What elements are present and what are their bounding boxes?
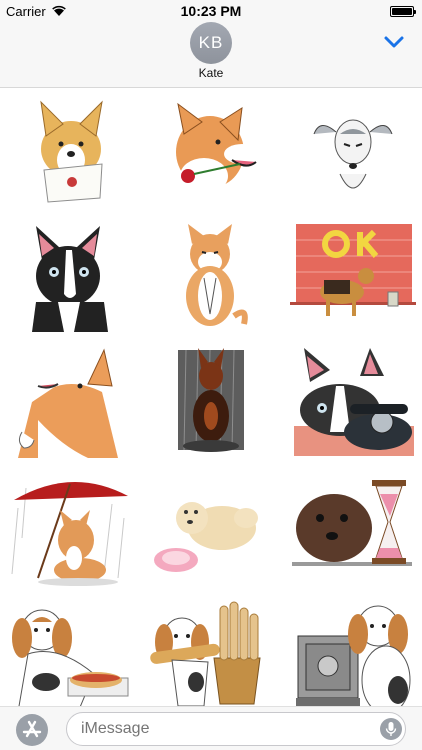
sticker-image <box>176 102 260 194</box>
sticker-beagle-with-baguettes[interactable] <box>148 600 274 710</box>
sticker-image <box>296 605 411 710</box>
sticker-shiba-with-rose[interactable] <box>148 94 274 206</box>
mic-icon[interactable] <box>380 718 402 740</box>
compose-bar <box>0 706 422 750</box>
battery-level <box>392 8 412 15</box>
sticker-boston-terrier-with-phone[interactable] <box>290 346 416 458</box>
conversation-header: KB Kate <box>0 22 422 88</box>
sticker-boston-terrier[interactable] <box>8 220 134 332</box>
sticker-image <box>292 480 412 566</box>
sticker-shiba-praying[interactable] <box>148 220 274 332</box>
status-time: 10:23 PM <box>180 3 242 19</box>
message-input[interactable] <box>66 712 406 746</box>
sticker-image <box>12 609 129 710</box>
sticker-poodle-with-hourglass[interactable] <box>290 478 416 590</box>
sticker-beagle-with-safe[interactable] <box>290 600 416 710</box>
sticker-shiba-with-red-umbrella[interactable] <box>8 478 134 590</box>
sticker-grid <box>0 88 422 710</box>
battery-icon <box>390 6 416 17</box>
sticker-image <box>40 100 103 203</box>
chevron-down-icon[interactable] <box>382 32 406 52</box>
sticker-shiba-looking-up[interactable] <box>8 346 134 458</box>
sticker-whippet-eyes-closed[interactable] <box>290 94 416 206</box>
sticker-airedale-ok-wall[interactable] <box>290 220 416 332</box>
contact-avatar[interactable]: KB <box>190 22 232 64</box>
sticker-image <box>294 348 414 456</box>
sticker-doberman-in-rain[interactable] <box>148 346 274 458</box>
sticker-image <box>150 601 261 707</box>
sticker-image <box>313 119 393 189</box>
sticker-image <box>154 502 258 572</box>
status-bar: Carrier 10:23 PM <box>0 0 422 22</box>
sticker-image <box>178 348 244 452</box>
sticker-image <box>290 224 416 316</box>
contact-name[interactable]: Kate <box>0 66 422 80</box>
sticker-corgi-with-envelope[interactable] <box>8 94 134 206</box>
sticker-beagle-with-hotdog[interactable] <box>8 600 134 710</box>
sticker-poodle-with-bowl[interactable] <box>148 478 274 590</box>
sticker-image <box>11 481 128 586</box>
sticker-image <box>32 226 108 332</box>
sticker-image <box>186 224 248 326</box>
app-store-icon[interactable] <box>16 714 48 746</box>
sticker-image <box>18 348 118 458</box>
